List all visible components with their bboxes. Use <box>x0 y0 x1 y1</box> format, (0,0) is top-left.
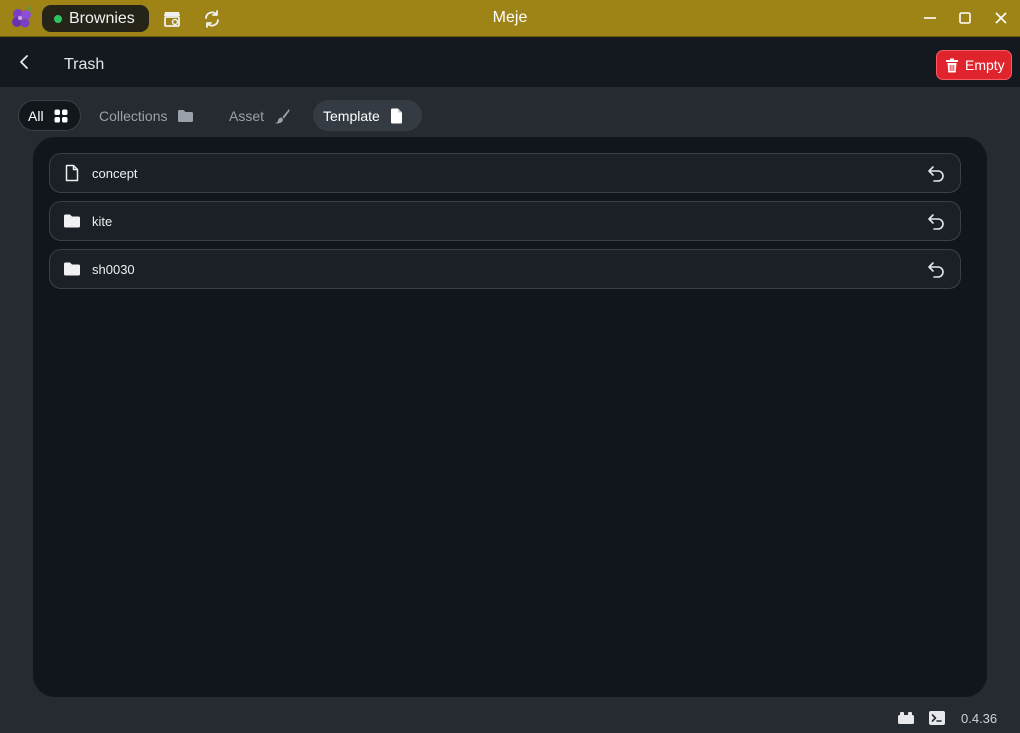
tab-label: Asset <box>229 107 265 124</box>
maximize-icon[interactable] <box>956 9 974 27</box>
restore-icon[interactable] <box>926 163 946 183</box>
grid-icon <box>54 109 68 122</box>
tab-label: Template <box>323 107 380 124</box>
folder-icon <box>64 262 80 276</box>
item-name: sh0030 <box>92 262 135 277</box>
tab-asset[interactable]: Asset <box>220 100 306 131</box>
item-name: concept <box>92 166 138 181</box>
item-name: kite <box>92 214 113 229</box>
terminal-icon[interactable] <box>928 710 946 726</box>
restore-icon[interactable] <box>926 211 946 231</box>
trash-icon <box>946 58 958 72</box>
status-bar: 0.4.36 <box>0 700 1020 733</box>
file-icon <box>65 164 79 182</box>
empty-trash-button[interactable]: Empty <box>936 50 1012 80</box>
tab-all[interactable]: All <box>18 100 81 131</box>
close-icon[interactable] <box>992 9 1010 27</box>
window-title: Meje <box>492 9 528 26</box>
file-icon <box>390 108 402 123</box>
refresh-icon[interactable] <box>202 9 222 29</box>
title-bar: Brownies Meje <box>0 0 1020 37</box>
folder-icon <box>64 214 80 228</box>
tab-label: Collections <box>99 107 168 124</box>
page-title: Trash <box>64 56 105 73</box>
empty-button-label: Empty <box>965 57 1005 73</box>
brush-icon <box>275 108 290 123</box>
project-status-dot <box>54 14 62 23</box>
grape-logo-icon[interactable] <box>9 5 35 31</box>
folder-icon <box>178 109 194 122</box>
store-icon[interactable] <box>162 9 182 29</box>
project-name: Brownies <box>69 9 135 27</box>
trash-list-panel: concept kite sh0030 <box>33 137 987 697</box>
plugin-icon[interactable] <box>897 710 915 726</box>
back-arrow-icon[interactable] <box>16 54 32 70</box>
restore-icon[interactable] <box>926 259 946 279</box>
list-item[interactable]: kite <box>49 201 961 241</box>
minimize-icon[interactable] <box>921 9 939 27</box>
tab-label: All <box>28 107 44 124</box>
app-version: 0.4.36 <box>961 711 998 726</box>
tab-template[interactable]: Template <box>313 100 422 131</box>
tab-collections[interactable]: Collections <box>90 100 210 131</box>
page-header: Trash Empty <box>0 37 1020 87</box>
list-item[interactable]: sh0030 <box>49 249 961 289</box>
list-item[interactable]: concept <box>49 153 961 193</box>
project-selector[interactable]: Brownies <box>42 5 149 32</box>
